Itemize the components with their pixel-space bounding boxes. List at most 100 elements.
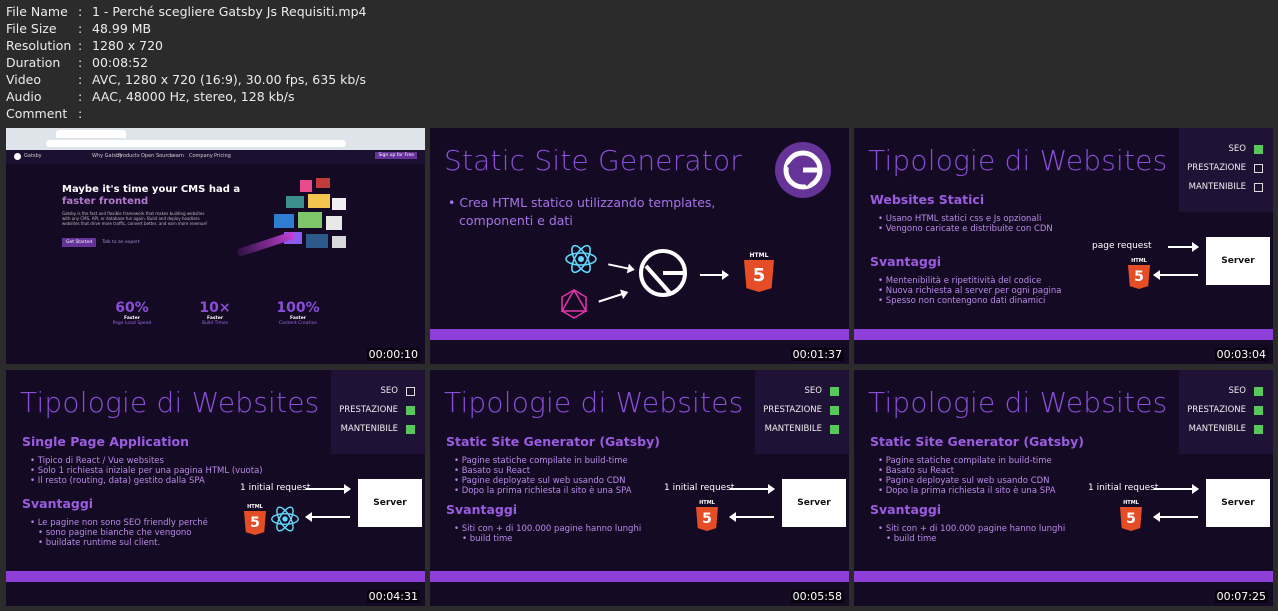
bullet-item: Usano HTML statici css e Js opzionali — [878, 214, 1053, 224]
section-heading: Svantaggi — [870, 502, 942, 517]
html5-label: HTML — [749, 252, 769, 259]
check-row-prestazione: PRESTAZIONE — [339, 405, 415, 415]
bullet-item-cont: build time — [454, 534, 641, 544]
browser-tab — [56, 130, 126, 138]
check-row-mantenibile: MANTENIBILE — [1189, 424, 1263, 434]
bullet-item: Dopo la prima richiesta il sito è una SP… — [454, 486, 632, 496]
bullet-item: Pagine deployate sul web usando CDN — [878, 476, 1056, 486]
nav-brand: Gatsby — [24, 153, 42, 159]
thumbnail-2[interactable]: Static Site Generator • Crea HTML static… — [430, 128, 849, 364]
slide-bullet: • Crea HTML statico utilizzando template… — [448, 195, 716, 228]
thumbnail-1[interactable]: Gatsby Why Gatsby Products Open Source L… — [6, 128, 425, 364]
checkbox-checked-icon — [1254, 424, 1263, 434]
check-row-prestazione: PRESTAZIONE — [763, 405, 839, 415]
bullet-item-cont: buildate runtime sul client. — [30, 538, 208, 548]
checkbox-checked-icon — [1254, 144, 1263, 154]
html5-icon: HTML 5 — [1120, 500, 1142, 531]
checkbox-empty-icon — [406, 386, 415, 396]
section-heading: Websites Statici — [870, 192, 985, 207]
checkbox-checked-icon — [830, 424, 839, 434]
server-box: Server — [1206, 479, 1270, 527]
progress-bar — [854, 571, 1273, 582]
progress-bar — [6, 571, 425, 582]
react-icon — [271, 506, 299, 532]
check-row-mantenibile: MANTENIBILE — [1189, 182, 1263, 192]
bullet-item: Siti con + di 100.000 pagine hanno lungh… — [878, 524, 1065, 534]
checkbox-checked-icon — [830, 405, 839, 415]
check-label: PRESTAZIONE — [1187, 163, 1246, 173]
timestamp: 00:00:10 — [366, 348, 420, 361]
criteria-checklist: SEO PRESTAZIONE MANTENIBILE — [1179, 128, 1273, 212]
checkbox-empty-icon — [1254, 182, 1263, 192]
arrow-icon — [700, 270, 729, 280]
info-row-audio: Audio: AAC, 48000 Hz, stereo, 128 kb/s — [6, 89, 295, 104]
section-heading: Svantaggi — [22, 496, 94, 511]
html5-icon: HTML 5 — [1128, 258, 1150, 289]
section-heading: Static Site Generator (Gatsby) — [446, 434, 660, 449]
bullet-line-1: Crea HTML statico utilizzando templates, — [459, 195, 716, 210]
bullet-item-cont: sono pagine bianche che vengono — [30, 528, 208, 538]
bullet-list: Siti con + di 100.000 pagine hanno lungh… — [454, 524, 641, 544]
slide-title: Tipologie di Websites — [868, 144, 1168, 177]
arrow-right-icon — [1154, 484, 1199, 494]
bullet-item: Vengono caricate e distribuite con CDN — [878, 224, 1053, 234]
bullet-item-cont: build time — [878, 534, 1065, 544]
checkbox-checked-icon — [406, 424, 415, 434]
progress-bar — [430, 329, 849, 340]
info-row-duration: Duration:00:08:52 — [6, 55, 149, 70]
check-row-prestazione: PRESTAZIONE — [1187, 405, 1263, 415]
checkbox-checked-icon — [1254, 386, 1263, 396]
thumbnail-5[interactable]: Tipologie di Websites SEO PRESTAZIONE MA… — [430, 370, 849, 606]
nav-item-open-source: Open Source — [141, 153, 174, 159]
check-label: SEO — [1228, 386, 1246, 396]
info-row-resolution: Resolution:1280 x 720 — [6, 38, 164, 53]
check-row-mantenibile: MANTENIBILE — [765, 424, 839, 434]
bullet-list: Tipico di React / Vue websites Solo 1 ri… — [30, 456, 263, 486]
stat-page-load: 60% Faster Page Load Speed — [106, 300, 158, 326]
slide-title: Tipologie di Websites — [20, 386, 320, 419]
bullet-item: Pagine statiche compilate in build-time — [454, 456, 632, 466]
check-label: SEO — [1228, 144, 1246, 154]
check-label: SEO — [380, 386, 398, 396]
bullet-item: Siti con + di 100.000 pagine hanno lungh… — [454, 524, 641, 534]
bullet-item: Spesso non contengono dati dinamici — [878, 296, 1062, 306]
timestamp: 00:04:31 — [366, 590, 420, 603]
check-row-seo: SEO — [1229, 144, 1263, 154]
check-label: MANTENIBILE — [764, 424, 822, 434]
thumbnail-3[interactable]: Tipologie di Websites SEO PRESTAZIONE MA… — [854, 128, 1273, 364]
bullet-item: Dopo la prima richiesta il sito è una SP… — [878, 486, 1056, 496]
html5-label: HTML — [247, 504, 263, 510]
checkbox-empty-icon — [1254, 163, 1263, 173]
stat-content-creation: 100% Faster Content Creation — [270, 300, 326, 326]
bullet-item: Le pagine non sono SEO friendly perché — [30, 518, 208, 528]
check-label: PRESTAZIONE — [1187, 405, 1246, 415]
request-label: 1 initial request — [240, 483, 311, 493]
server-box: Server — [782, 479, 846, 527]
check-row-mantenibile: MANTENIBILE — [341, 424, 415, 434]
slide-title: Tipologie di Websites — [868, 386, 1168, 419]
arrow-right-icon — [306, 484, 351, 494]
arrow-left-icon — [729, 512, 774, 522]
info-row-filename: File Name:1 - Perché scegliere Gatsby Js… — [6, 4, 367, 19]
bullet-list: Usano HTML statici css e Js opzionali Ve… — [878, 214, 1053, 234]
html5-label: HTML — [1131, 258, 1147, 264]
stat-value: 100% — [276, 300, 320, 316]
bullet-list: Mentenibilità e ripetitività del codice … — [878, 276, 1062, 306]
section-heading: Single Page Application — [22, 434, 190, 449]
bullet-item: Basato su React — [454, 466, 632, 476]
hero-headline-accent: faster frontend — [62, 196, 149, 207]
section-heading: Svantaggi — [870, 254, 942, 269]
address-bar — [46, 140, 346, 147]
arrow-icon — [598, 291, 628, 303]
thumbnail-6[interactable]: Tipologie di Websites SEO PRESTAZIONE MA… — [854, 370, 1273, 606]
server-box: Server — [358, 479, 422, 527]
check-row-seo: SEO — [381, 386, 415, 396]
hero-body: Gatsby is the fast and flexible framewor… — [62, 211, 208, 226]
arrow-left-icon — [1153, 270, 1198, 280]
stat-value: 10× — [199, 300, 231, 316]
html5-icon: HTML 5 — [744, 252, 774, 292]
thumbnail-4[interactable]: Tipologie di Websites SEO PRESTAZIONE MA… — [6, 370, 425, 606]
nav-item-company: Company — [189, 153, 213, 159]
criteria-checklist: SEO PRESTAZIONE MANTENIBILE — [1179, 370, 1273, 454]
stat-caption: Page Load Speed — [112, 321, 152, 326]
